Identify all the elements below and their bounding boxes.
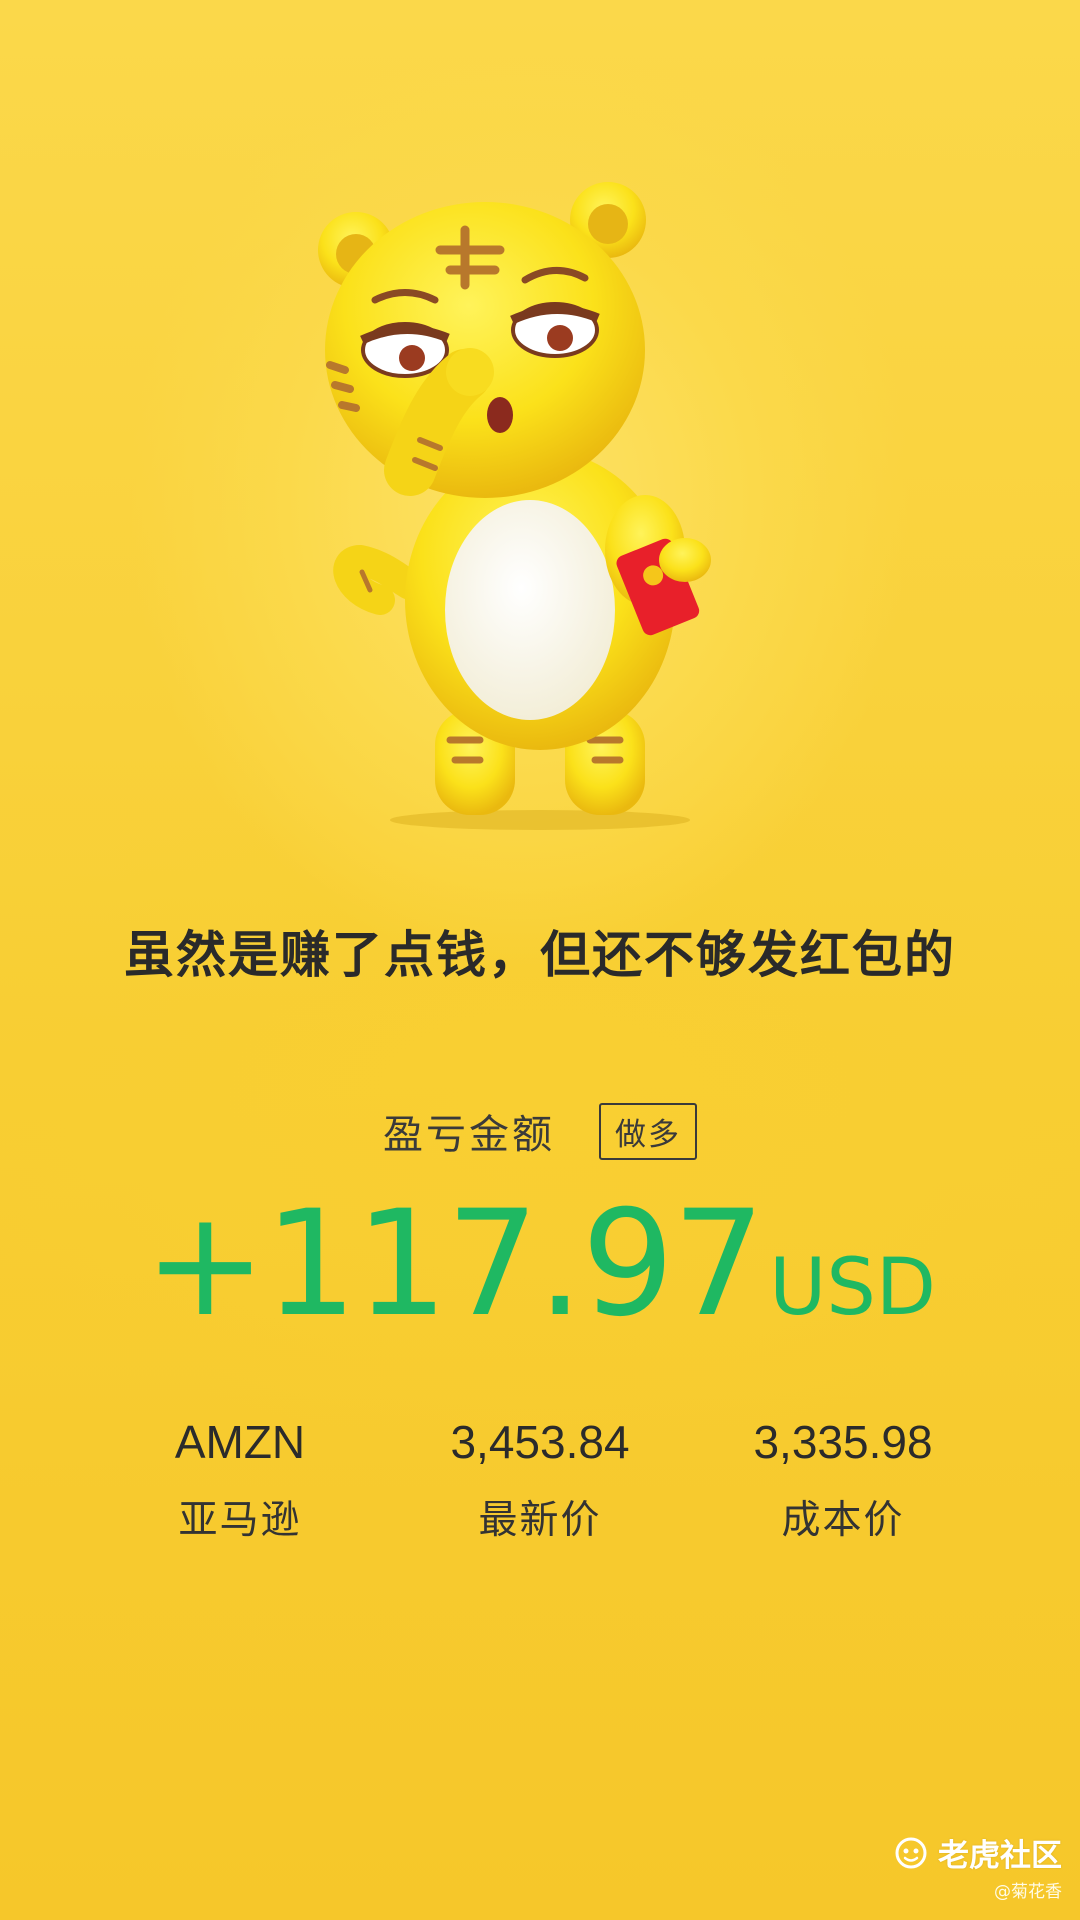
headline: 虽然是赚了点钱，但还不够发红包的 bbox=[124, 926, 956, 984]
watermark-brand-text: 老虎社区 bbox=[938, 1838, 1062, 1874]
stat-cost-price-value: 3,335.98 bbox=[753, 1416, 933, 1468]
pnl-amount-row: +117.97 USD bbox=[0, 1179, 1080, 1349]
stat-cost-price: 3,335.98 成本价 bbox=[693, 1415, 993, 1545]
tiger-community-logo-icon bbox=[895, 1837, 927, 1868]
tiger-mascot-illustration bbox=[318, 182, 711, 830]
watermark: 老虎社区 @菊花香 bbox=[894, 1830, 1062, 1902]
pnl-label-row: 盈亏金额 做多 bbox=[0, 1102, 1080, 1160]
stat-latest-price-caption: 最新价 bbox=[478, 1498, 602, 1543]
pnl-amount: +117.97 bbox=[144, 1179, 765, 1349]
pnl-label: 盈亏金额 bbox=[383, 1112, 555, 1158]
stats-row: AMZN 亚马逊 3,453.84 最新价 3,335.98 成本价 bbox=[0, 1415, 1080, 1555]
watermark-user: @菊花香 bbox=[994, 1882, 1062, 1902]
stat-latest-price-value: 3,453.84 bbox=[450, 1416, 630, 1468]
direction-badge: 做多 bbox=[599, 1102, 697, 1160]
stat-symbol-caption: 亚马逊 bbox=[178, 1498, 302, 1543]
stat-cost-price-caption: 成本价 bbox=[781, 1498, 905, 1543]
stat-symbol-value: AMZN bbox=[174, 1416, 306, 1468]
stat-latest-price: 3,453.84 最新价 bbox=[390, 1415, 690, 1545]
pnl-currency: USD bbox=[769, 1243, 936, 1333]
watermark-brand: 老虎社区 bbox=[894, 1830, 1062, 1875]
stat-symbol: AMZN 亚马逊 bbox=[90, 1415, 390, 1545]
